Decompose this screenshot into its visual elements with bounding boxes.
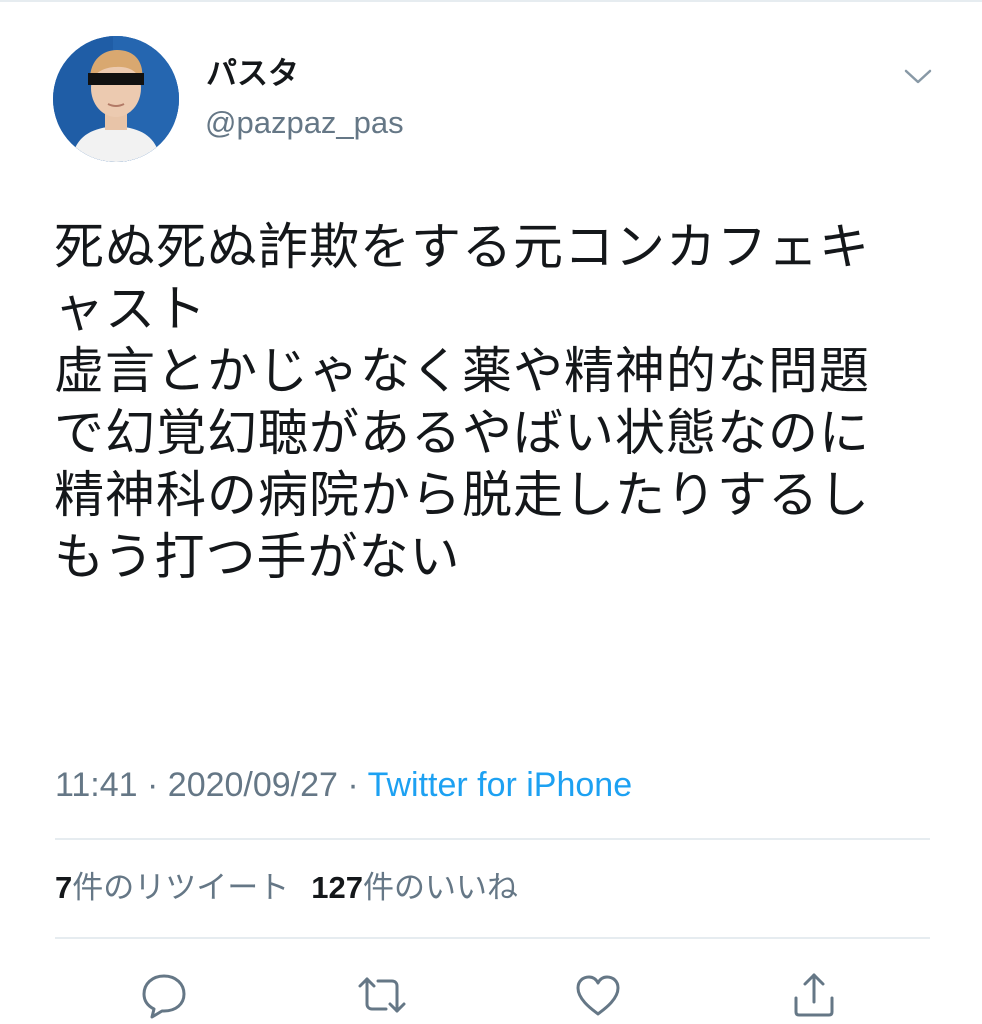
likes-stat[interactable]: 127件のいいね [311, 870, 518, 906]
tweet-line: 虚言とかじゃなく薬や精神的な問題 [54, 342, 870, 400]
tweet-time: 11:41 [55, 766, 138, 804]
author-handle[interactable]: @pazpaz_pas [205, 104, 404, 142]
meta-separator: · [137, 766, 168, 804]
tweet-line: 死ぬ死ぬ詐欺をする元コンカフェキ [54, 218, 870, 276]
tweet-date: 2020/09/27 [167, 766, 338, 804]
chevron-down-icon[interactable] [898, 62, 938, 92]
tweet-line: で幻覚幻聴があるやばい状態なのに [54, 404, 870, 462]
action-bar [0, 960, 982, 1024]
avatar[interactable] [53, 36, 179, 162]
tweet-stats: 7件のリツイート 127件のいいね [55, 864, 518, 912]
tweet-text: 死ぬ死ぬ詐欺をする元コンカフェキ ャスト 虚言とかじゃなく薬や精神的な問題 で幻… [54, 216, 954, 588]
likes-count: 127 [311, 870, 363, 905]
top-border [0, 0, 982, 2]
retweets-stat[interactable]: 7件のリツイート [55, 870, 289, 906]
retweets-count: 7 [55, 870, 73, 905]
tweet-meta: 11:41 · 2020/09/27 · Twitter for iPhone [55, 762, 632, 808]
likes-label: 件のいいね [362, 870, 518, 906]
tweet-line: もう打つ手がない [54, 528, 461, 586]
reply-icon[interactable] [136, 968, 192, 1022]
retweet-icon[interactable] [354, 968, 410, 1022]
heart-icon[interactable] [570, 968, 626, 1022]
meta-separator: · [337, 766, 368, 804]
tweet-line: 精神科の病院から脱走したりするし [54, 466, 870, 524]
tweet-line: ャスト [54, 280, 207, 338]
avatar-image [53, 36, 179, 162]
divider [55, 838, 930, 840]
author-display-name[interactable]: パスタ [206, 56, 299, 92]
retweets-label: 件のリツイート [72, 870, 290, 906]
divider [55, 937, 930, 939]
share-icon[interactable] [786, 968, 842, 1022]
tweet-source-link[interactable]: Twitter for iPhone [368, 766, 633, 804]
